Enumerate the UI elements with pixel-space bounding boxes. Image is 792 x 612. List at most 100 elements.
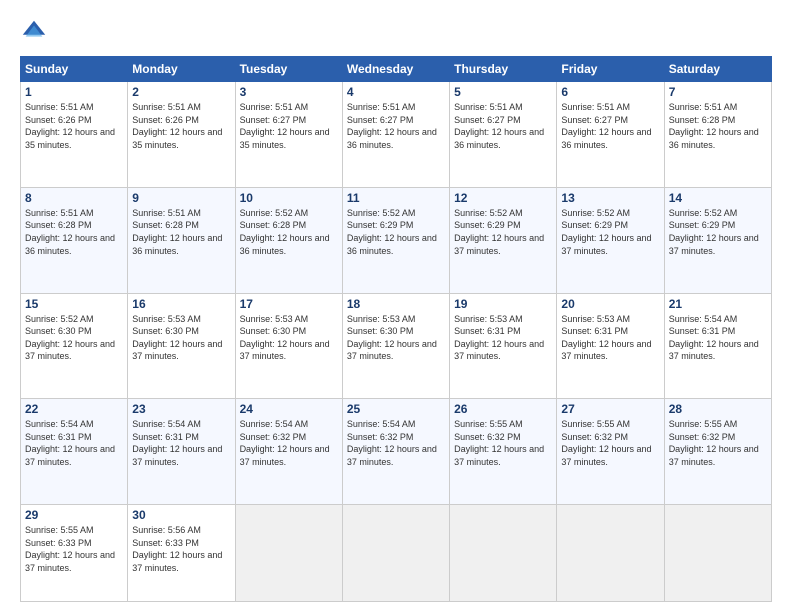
calendar-week-row: 15 Sunrise: 5:52 AMSunset: 6:30 PMDaylig… — [21, 293, 772, 399]
calendar-cell: 26 Sunrise: 5:55 AMSunset: 6:32 PMDaylig… — [450, 399, 557, 505]
day-info: Sunrise: 5:55 AMSunset: 6:32 PMDaylight:… — [454, 419, 544, 467]
day-number: 26 — [454, 402, 552, 416]
day-info: Sunrise: 5:53 AMSunset: 6:30 PMDaylight:… — [132, 314, 222, 362]
day-info: Sunrise: 5:52 AMSunset: 6:29 PMDaylight:… — [669, 208, 759, 256]
day-number: 8 — [25, 191, 123, 205]
day-info: Sunrise: 5:51 AMSunset: 6:28 PMDaylight:… — [132, 208, 222, 256]
day-number: 5 — [454, 85, 552, 99]
calendar-week-row: 29 Sunrise: 5:55 AMSunset: 6:33 PMDaylig… — [21, 505, 772, 602]
day-info: Sunrise: 5:51 AMSunset: 6:28 PMDaylight:… — [25, 208, 115, 256]
day-info: Sunrise: 5:52 AMSunset: 6:29 PMDaylight:… — [561, 208, 651, 256]
weekday-wednesday: Wednesday — [342, 57, 449, 82]
calendar-week-row: 22 Sunrise: 5:54 AMSunset: 6:31 PMDaylig… — [21, 399, 772, 505]
calendar-cell: 6 Sunrise: 5:51 AMSunset: 6:27 PMDayligh… — [557, 82, 664, 188]
day-number: 23 — [132, 402, 230, 416]
day-info: Sunrise: 5:55 AMSunset: 6:33 PMDaylight:… — [25, 525, 115, 573]
calendar-cell: 20 Sunrise: 5:53 AMSunset: 6:31 PMDaylig… — [557, 293, 664, 399]
day-info: Sunrise: 5:53 AMSunset: 6:31 PMDaylight:… — [454, 314, 544, 362]
calendar-cell: 24 Sunrise: 5:54 AMSunset: 6:32 PMDaylig… — [235, 399, 342, 505]
day-number: 28 — [669, 402, 767, 416]
calendar-table: SundayMondayTuesdayWednesdayThursdayFrid… — [20, 56, 772, 602]
calendar-week-row: 8 Sunrise: 5:51 AMSunset: 6:28 PMDayligh… — [21, 187, 772, 293]
calendar-cell: 18 Sunrise: 5:53 AMSunset: 6:30 PMDaylig… — [342, 293, 449, 399]
day-info: Sunrise: 5:54 AMSunset: 6:31 PMDaylight:… — [25, 419, 115, 467]
day-info: Sunrise: 5:51 AMSunset: 6:27 PMDaylight:… — [454, 102, 544, 150]
day-info: Sunrise: 5:51 AMSunset: 6:27 PMDaylight:… — [240, 102, 330, 150]
day-number: 6 — [561, 85, 659, 99]
calendar-cell — [664, 505, 771, 602]
day-info: Sunrise: 5:52 AMSunset: 6:29 PMDaylight:… — [454, 208, 544, 256]
day-number: 14 — [669, 191, 767, 205]
day-info: Sunrise: 5:51 AMSunset: 6:27 PMDaylight:… — [347, 102, 437, 150]
calendar-cell: 7 Sunrise: 5:51 AMSunset: 6:28 PMDayligh… — [664, 82, 771, 188]
day-number: 19 — [454, 297, 552, 311]
day-info: Sunrise: 5:51 AMSunset: 6:28 PMDaylight:… — [669, 102, 759, 150]
day-number: 21 — [669, 297, 767, 311]
day-info: Sunrise: 5:53 AMSunset: 6:31 PMDaylight:… — [561, 314, 651, 362]
calendar-cell: 23 Sunrise: 5:54 AMSunset: 6:31 PMDaylig… — [128, 399, 235, 505]
weekday-thursday: Thursday — [450, 57, 557, 82]
calendar-cell: 19 Sunrise: 5:53 AMSunset: 6:31 PMDaylig… — [450, 293, 557, 399]
day-info: Sunrise: 5:55 AMSunset: 6:32 PMDaylight:… — [669, 419, 759, 467]
day-number: 9 — [132, 191, 230, 205]
calendar-cell: 4 Sunrise: 5:51 AMSunset: 6:27 PMDayligh… — [342, 82, 449, 188]
day-number: 24 — [240, 402, 338, 416]
day-info: Sunrise: 5:54 AMSunset: 6:31 PMDaylight:… — [669, 314, 759, 362]
day-info: Sunrise: 5:53 AMSunset: 6:30 PMDaylight:… — [240, 314, 330, 362]
calendar-cell — [342, 505, 449, 602]
day-info: Sunrise: 5:52 AMSunset: 6:28 PMDaylight:… — [240, 208, 330, 256]
logo — [20, 18, 52, 46]
day-info: Sunrise: 5:54 AMSunset: 6:32 PMDaylight:… — [240, 419, 330, 467]
day-info: Sunrise: 5:51 AMSunset: 6:27 PMDaylight:… — [561, 102, 651, 150]
weekday-tuesday: Tuesday — [235, 57, 342, 82]
day-number: 29 — [25, 508, 123, 522]
day-info: Sunrise: 5:54 AMSunset: 6:31 PMDaylight:… — [132, 419, 222, 467]
calendar-cell — [235, 505, 342, 602]
calendar-cell: 25 Sunrise: 5:54 AMSunset: 6:32 PMDaylig… — [342, 399, 449, 505]
header — [20, 18, 772, 46]
day-info: Sunrise: 5:51 AMSunset: 6:26 PMDaylight:… — [25, 102, 115, 150]
calendar-cell: 15 Sunrise: 5:52 AMSunset: 6:30 PMDaylig… — [21, 293, 128, 399]
day-number: 20 — [561, 297, 659, 311]
weekday-monday: Monday — [128, 57, 235, 82]
calendar-cell: 28 Sunrise: 5:55 AMSunset: 6:32 PMDaylig… — [664, 399, 771, 505]
calendar-cell: 22 Sunrise: 5:54 AMSunset: 6:31 PMDaylig… — [21, 399, 128, 505]
calendar-cell: 14 Sunrise: 5:52 AMSunset: 6:29 PMDaylig… — [664, 187, 771, 293]
day-number: 4 — [347, 85, 445, 99]
page: SundayMondayTuesdayWednesdayThursdayFrid… — [0, 0, 792, 612]
logo-icon — [20, 18, 48, 46]
day-number: 10 — [240, 191, 338, 205]
day-info: Sunrise: 5:52 AMSunset: 6:29 PMDaylight:… — [347, 208, 437, 256]
day-number: 11 — [347, 191, 445, 205]
day-number: 22 — [25, 402, 123, 416]
calendar-cell — [557, 505, 664, 602]
calendar-week-row: 1 Sunrise: 5:51 AMSunset: 6:26 PMDayligh… — [21, 82, 772, 188]
day-info: Sunrise: 5:52 AMSunset: 6:30 PMDaylight:… — [25, 314, 115, 362]
calendar-cell: 8 Sunrise: 5:51 AMSunset: 6:28 PMDayligh… — [21, 187, 128, 293]
day-info: Sunrise: 5:54 AMSunset: 6:32 PMDaylight:… — [347, 419, 437, 467]
day-number: 25 — [347, 402, 445, 416]
calendar-cell — [450, 505, 557, 602]
calendar-cell: 3 Sunrise: 5:51 AMSunset: 6:27 PMDayligh… — [235, 82, 342, 188]
day-number: 7 — [669, 85, 767, 99]
calendar-cell: 13 Sunrise: 5:52 AMSunset: 6:29 PMDaylig… — [557, 187, 664, 293]
calendar-cell: 16 Sunrise: 5:53 AMSunset: 6:30 PMDaylig… — [128, 293, 235, 399]
day-number: 2 — [132, 85, 230, 99]
calendar-cell: 12 Sunrise: 5:52 AMSunset: 6:29 PMDaylig… — [450, 187, 557, 293]
day-info: Sunrise: 5:55 AMSunset: 6:32 PMDaylight:… — [561, 419, 651, 467]
calendar-cell: 29 Sunrise: 5:55 AMSunset: 6:33 PMDaylig… — [21, 505, 128, 602]
day-number: 16 — [132, 297, 230, 311]
calendar-cell: 17 Sunrise: 5:53 AMSunset: 6:30 PMDaylig… — [235, 293, 342, 399]
calendar-cell: 1 Sunrise: 5:51 AMSunset: 6:26 PMDayligh… — [21, 82, 128, 188]
day-info: Sunrise: 5:51 AMSunset: 6:26 PMDaylight:… — [132, 102, 222, 150]
day-number: 13 — [561, 191, 659, 205]
calendar-cell: 27 Sunrise: 5:55 AMSunset: 6:32 PMDaylig… — [557, 399, 664, 505]
day-number: 30 — [132, 508, 230, 522]
calendar-cell: 21 Sunrise: 5:54 AMSunset: 6:31 PMDaylig… — [664, 293, 771, 399]
calendar-cell: 9 Sunrise: 5:51 AMSunset: 6:28 PMDayligh… — [128, 187, 235, 293]
day-number: 3 — [240, 85, 338, 99]
calendar-cell: 10 Sunrise: 5:52 AMSunset: 6:28 PMDaylig… — [235, 187, 342, 293]
day-number: 1 — [25, 85, 123, 99]
day-info: Sunrise: 5:56 AMSunset: 6:33 PMDaylight:… — [132, 525, 222, 573]
weekday-sunday: Sunday — [21, 57, 128, 82]
